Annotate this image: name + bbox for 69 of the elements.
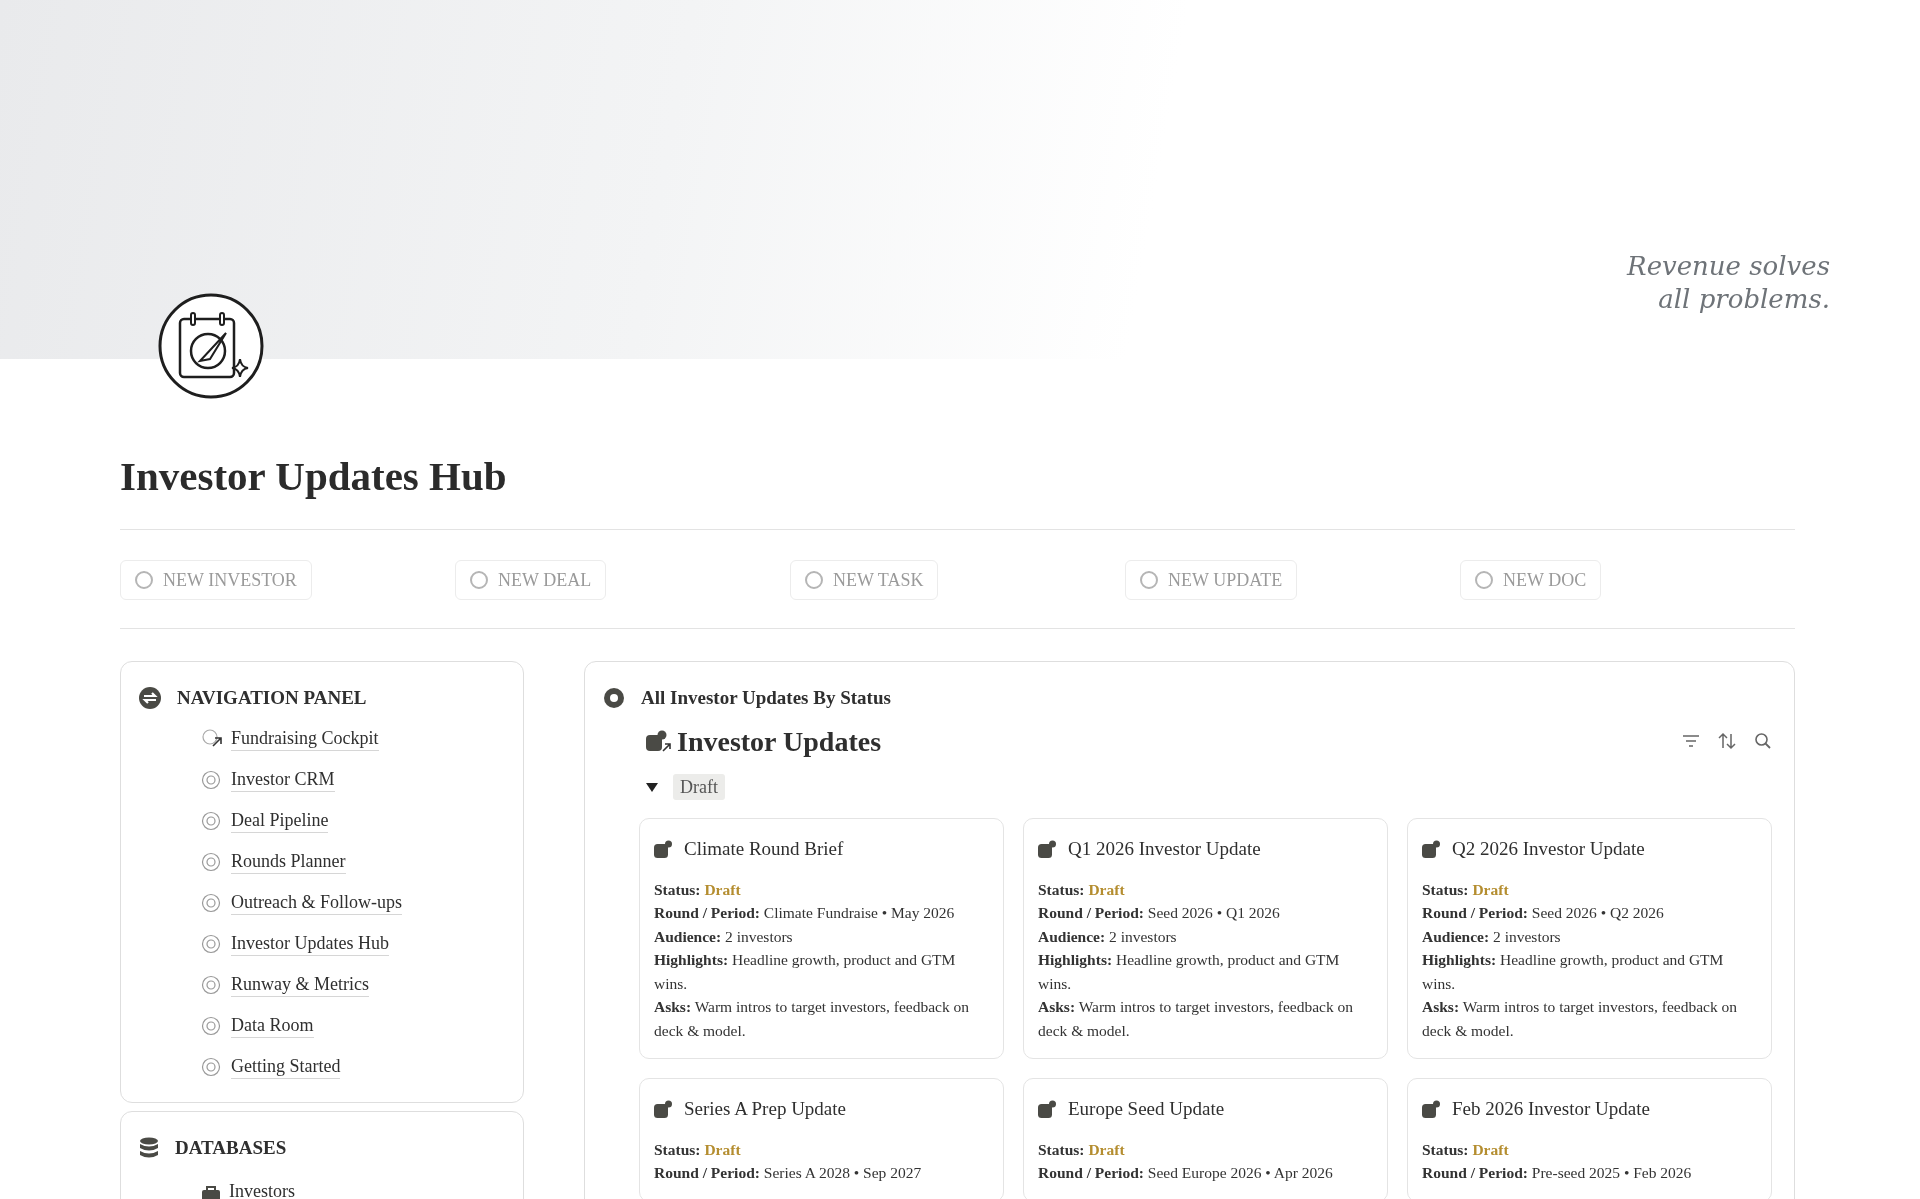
- card-title: Climate Round Brief: [684, 837, 844, 862]
- circle-icon: [201, 1015, 223, 1037]
- sort-icon[interactable]: [1718, 732, 1736, 751]
- card-field: Round / Period: Seed 2026 • Q2 2026: [1422, 901, 1757, 925]
- nav-link[interactable]: Outreach & Follow-ups: [231, 891, 402, 915]
- view-title: All Investor Updates By Status: [641, 686, 891, 710]
- card-field: Status: Draft: [1422, 1137, 1757, 1162]
- briefcase-icon: [201, 1184, 221, 1199]
- card-title: Q2 2026 Investor Update: [1452, 837, 1645, 862]
- document-icon: [645, 729, 671, 754]
- circle-icon: [201, 974, 223, 996]
- nav-link[interactable]: Deal Pipeline: [231, 809, 329, 833]
- card-field: Asks: Warm intros to target investors, feedback on deck & model.: [1422, 995, 1757, 1043]
- update-card[interactable]: [1407, 818, 1772, 1060]
- nav-link[interactable]: Rounds Planner: [231, 850, 346, 874]
- nav-link[interactable]: Fundraising Cockpit: [231, 727, 379, 751]
- exchange-icon: [139, 687, 161, 710]
- circle-icon: [201, 1056, 223, 1078]
- card-field: Round / Period: Seed 2026 • Q1 2026: [1038, 901, 1373, 925]
- circle-icon: [201, 933, 223, 955]
- nav-link[interactable]: Getting Started: [231, 1055, 341, 1079]
- document-icon: [654, 1100, 672, 1119]
- card-field: Highlights: Headline growth, product and GTM wins.: [1038, 948, 1373, 996]
- calendar-icon: [158, 293, 264, 399]
- record-icon: [603, 687, 625, 710]
- nav-link[interactable]: Investor CRM: [231, 768, 335, 792]
- card-field: Round / Period: Series A 2028 • Sep 2027: [654, 1161, 989, 1185]
- page-title: Investor Updates Hub: [120, 452, 508, 501]
- document-icon: [1422, 840, 1440, 859]
- document-icon: [1038, 840, 1056, 859]
- card-field: Status: Draft: [654, 877, 989, 902]
- card-field: Round / Period: Seed Europe 2026 • Apr 2026: [1038, 1161, 1373, 1185]
- document-icon: [1038, 1100, 1056, 1119]
- update-card[interactable]: [639, 818, 1004, 1060]
- card-field: Status: Draft: [1038, 877, 1373, 902]
- nav-link[interactable]: Investor Updates Hub: [231, 932, 389, 956]
- update-card[interactable]: [1023, 818, 1388, 1060]
- search-icon[interactable]: [1754, 732, 1772, 751]
- card-title: Feb 2026 Investor Update: [1452, 1097, 1650, 1122]
- nav-link[interactable]: Data Room: [231, 1014, 314, 1038]
- card-field: Audience: 2 investors: [1038, 924, 1373, 949]
- card-field: Highlights: Headline growth, product and GTM wins.: [1422, 948, 1757, 996]
- cover-quote: Revenue solves all problems.: [1627, 250, 1830, 316]
- card-field: Status: Draft: [654, 1137, 989, 1162]
- nav-link[interactable]: Investors: [229, 1180, 295, 1199]
- card-field: Round / Period: Pre-seed 2025 • Feb 2026: [1422, 1161, 1757, 1185]
- circle-icon: [201, 810, 223, 832]
- database-icon: [139, 1135, 159, 1160]
- card-field: Round / Period: Climate Fundraise • May 2026: [654, 901, 989, 925]
- card-field: Asks: Warm intros to target investors, feedback on deck & model.: [654, 995, 989, 1043]
- panel-title: DATABASES: [175, 1135, 287, 1160]
- card-title: Europe Seed Update: [1068, 1097, 1225, 1122]
- nav-link[interactable]: Runway & Metrics: [231, 973, 369, 997]
- group-tag: Draft: [673, 774, 725, 801]
- document-icon: [1422, 1100, 1440, 1119]
- card-title: Series A Prep Update: [684, 1097, 846, 1122]
- card-field: Audience: 2 investors: [1422, 924, 1757, 949]
- card-field: Status: Draft: [1038, 1137, 1373, 1162]
- card-field: Status: Draft: [1422, 877, 1757, 902]
- document-icon: [654, 840, 672, 859]
- card-field: Highlights: Headline growth, product and GTM wins.: [654, 948, 989, 996]
- card-field: Audience: 2 investors: [654, 924, 989, 949]
- card-title: Q1 2026 Investor Update: [1068, 837, 1261, 862]
- panel-title: NAVIGATION PANEL: [177, 686, 367, 710]
- card-field: Asks: Warm intros to target investors, feedback on deck & model.: [1038, 995, 1373, 1043]
- circle-icon: [201, 851, 223, 873]
- database-title: Investor Updates: [677, 724, 882, 759]
- circle-icon: [201, 769, 223, 791]
- circle-icon: [201, 892, 223, 914]
